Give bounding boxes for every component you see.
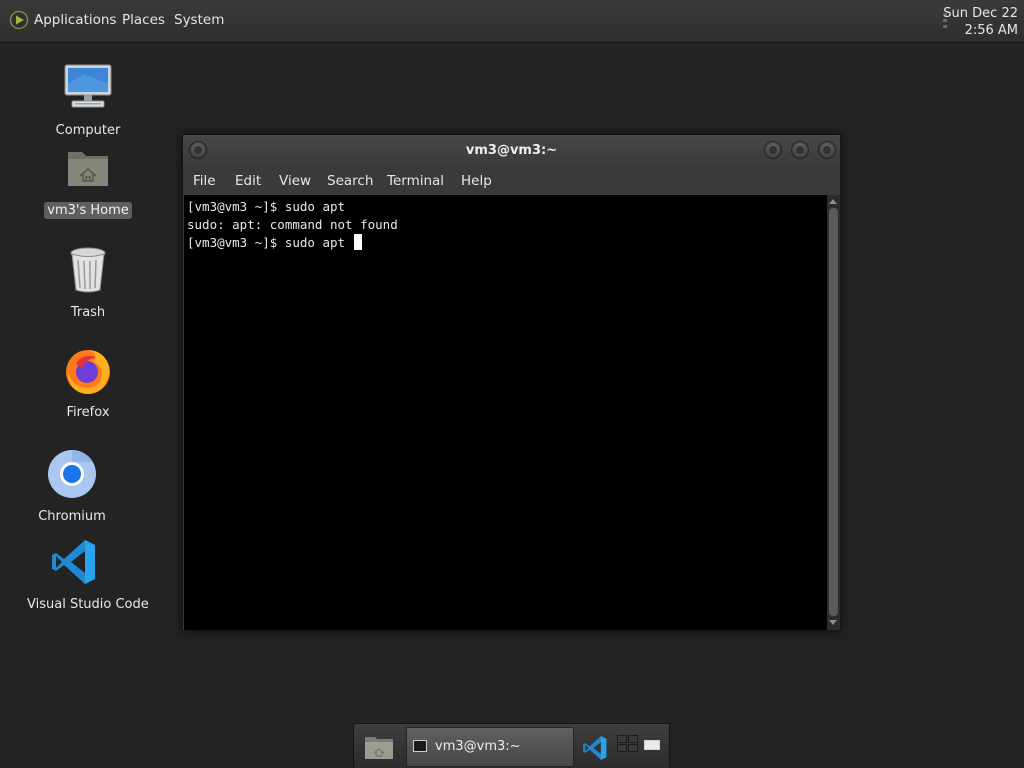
- terminal-prompt-line: [vm3@vm3 ~]$ sudo apt: [187, 234, 827, 252]
- applications-logo-icon[interactable]: [9, 10, 29, 30]
- home-folder-icon: [68, 152, 108, 186]
- window-title: vm3@vm3:~: [465, 143, 558, 158]
- terminal-output[interactable]: [vm3@vm3 ~]$ sudo apt sudo: apt: command…: [184, 195, 827, 630]
- desktop-icon-label: Computer: [55, 123, 121, 138]
- terminal-line: [vm3@vm3 ~]$ sudo apt: [187, 235, 353, 250]
- clock-date: Sun Dec 22: [943, 6, 1018, 21]
- menu-edit[interactable]: Edit: [235, 173, 261, 189]
- top-panel: Applications Places System Sun Dec 22 2:…: [0, 0, 1024, 43]
- desktop-icon-label: Trash: [70, 305, 106, 320]
- taskbar-item-label: vm3@vm3:~: [435, 739, 521, 754]
- scroll-thumb[interactable]: [829, 208, 838, 616]
- desktop-icon-trash[interactable]: Trash: [38, 244, 138, 321]
- show-desktop-icon[interactable]: [644, 740, 660, 750]
- bottom-taskbar: vm3@vm3:~: [353, 723, 670, 768]
- close-button[interactable]: [818, 141, 836, 159]
- menu-search[interactable]: Search: [327, 173, 373, 189]
- desktop-icon-chromium[interactable]: Chromium: [22, 448, 122, 525]
- menu-system[interactable]: System: [174, 12, 224, 28]
- desktop-icon-label: Chromium: [38, 509, 106, 524]
- menu-view[interactable]: View: [279, 173, 311, 189]
- terminal-line: sudo: apt: command not found: [187, 217, 398, 232]
- menu-file[interactable]: File: [193, 173, 216, 189]
- menu-help[interactable]: Help: [461, 173, 492, 189]
- desktop-icon-computer[interactable]: Computer: [38, 62, 138, 139]
- clock[interactable]: Sun Dec 22 2:56 AM: [943, 5, 1018, 39]
- terminal-menubar: File Edit View Search Terminal Help: [183, 167, 840, 195]
- desktop-icon-label: Visual Studio Code: [27, 597, 149, 612]
- vscode-launcher-icon[interactable]: [581, 734, 609, 762]
- menu-terminal[interactable]: Terminal: [387, 173, 444, 189]
- file-manager-icon[interactable]: [364, 734, 394, 760]
- computer-icon: [64, 64, 112, 108]
- desktop-icon-label: vm3's Home: [44, 202, 132, 219]
- clock-time: 2:56 AM: [964, 23, 1018, 38]
- scroll-up-arrow-icon[interactable]: [829, 199, 837, 204]
- firefox-icon: [66, 350, 110, 394]
- menu-places[interactable]: Places: [122, 12, 165, 28]
- desktop-icon-vscode[interactable]: Visual Studio Code: [24, 536, 149, 613]
- minimize-button[interactable]: [764, 141, 782, 159]
- terminal-icon: [413, 740, 427, 752]
- chromium-icon: [48, 450, 96, 498]
- trash-icon: [70, 247, 106, 293]
- terminal-line: [vm3@vm3 ~]$ sudo apt: [187, 199, 346, 214]
- window-titlebar[interactable]: vm3@vm3:~: [183, 135, 840, 167]
- workspace-switcher[interactable]: [617, 729, 641, 767]
- scroll-down-arrow-icon[interactable]: [829, 620, 837, 625]
- desktop-icon-label: Firefox: [66, 405, 110, 420]
- vscode-icon: [52, 540, 95, 584]
- desktop-icon-home[interactable]: vm3's Home: [38, 142, 138, 219]
- taskbar-item-terminal[interactable]: vm3@vm3:~: [406, 727, 574, 767]
- terminal-window[interactable]: vm3@vm3:~ File Edit View Search Terminal…: [182, 134, 841, 631]
- menu-applications[interactable]: Applications: [34, 12, 116, 28]
- terminal-scrollbar[interactable]: [827, 195, 840, 630]
- maximize-button[interactable]: [791, 141, 809, 159]
- text-cursor: [353, 234, 362, 250]
- desktop-icon-firefox[interactable]: Firefox: [38, 344, 138, 421]
